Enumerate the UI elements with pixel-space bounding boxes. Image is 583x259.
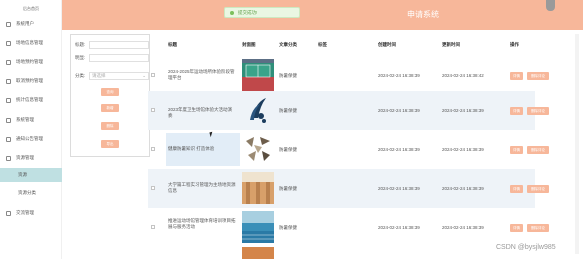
- chevron-down-icon: ⌄: [142, 73, 146, 78]
- sidebar-subitem-resource-category[interactable]: 资源分类: [0, 186, 62, 200]
- category-select[interactable]: 请选择 ⌄: [89, 72, 149, 80]
- delete-comment-button[interactable]: 删除评论: [527, 107, 549, 115]
- success-toast: 提交成功!: [224, 7, 300, 18]
- add-button[interactable]: 新增: [101, 104, 119, 112]
- row-category: 防暑保健: [279, 147, 297, 152]
- gear-icon: [6, 117, 11, 123]
- cover-image-partial: [242, 247, 274, 259]
- title-filter: 标题:: [75, 41, 149, 49]
- sidebar-item-resources[interactable]: 资源管理: [0, 151, 62, 165]
- detail-button[interactable]: 详情: [510, 107, 523, 115]
- cover-image: [242, 133, 274, 165]
- row-updated: 2024-02-24 16:38:39: [442, 147, 484, 152]
- col-updated[interactable]: 更新时间: [442, 42, 460, 48]
- delete-button[interactable]: 删除: [101, 122, 119, 130]
- row-title: 大学篇工程实习管理为主场地资源信息: [168, 182, 236, 193]
- sidebar-home-link[interactable]: 后台首页: [0, 6, 62, 12]
- title-input[interactable]: [89, 41, 149, 49]
- delete-comment-button[interactable]: 删除评论: [527, 185, 549, 193]
- table-row: 健康防暑知识 打造体验 防暑保健 2024-02-24 16:38:39 202…: [148, 130, 549, 169]
- table-row: 2024-2025年运动场所体验阶段管理平台 防暑保健 2024-02-24 1…: [148, 56, 549, 95]
- sidebar-item-system-users[interactable]: 系统用户: [0, 17, 62, 31]
- sidebar-item-notice[interactable]: 通知公告管理: [0, 132, 62, 146]
- row-title: 推进运动场馆管理体育培训项目拓展与服务活动: [168, 218, 236, 229]
- detail-button[interactable]: 详情: [510, 224, 523, 232]
- table-row: 2023年度卫生场馆体验大活动演奏 防暑保健 2024-02-24 16:38:…: [148, 91, 549, 130]
- table-row: 大学篇工程实习管理为主场地资源信息 防暑保健 2024-02-24 16:38:…: [148, 169, 549, 208]
- cover-image: [242, 59, 274, 91]
- row-title: 2023年度卫生场馆体验大活动演奏: [168, 107, 233, 118]
- sidebar-item-communication[interactable]: 交流管理: [0, 206, 62, 220]
- check-circle-icon: [230, 10, 234, 15]
- row-updated: 2024-02-24 16:38:39: [442, 186, 484, 191]
- cover-image: [242, 94, 274, 126]
- detail-button[interactable]: 详情: [510, 185, 523, 193]
- sidebar-item-cancel-booking[interactable]: 取消预约管理: [0, 74, 62, 88]
- col-title[interactable]: 标题: [168, 42, 177, 48]
- row-created: 2024-02-24 16:38:39: [378, 225, 420, 230]
- content-filter: 明显:: [75, 54, 149, 62]
- row-checkbox[interactable]: [151, 147, 155, 151]
- row-category: 防暑保健: [279, 186, 297, 191]
- row-category: 防暑保健: [279, 73, 297, 78]
- watermark: CSDN @bysjlw985: [496, 244, 556, 251]
- row-title: 2024-2025年运动场所体验阶段管理平台: [168, 69, 235, 80]
- category-filter: 分类: 请选择 ⌄: [75, 72, 149, 80]
- sidebar-item-venue-booking[interactable]: 场地预约管理: [0, 55, 62, 69]
- grid-icon: [6, 78, 11, 84]
- row-created: 2024-02-24 16:38:39: [378, 147, 420, 152]
- row-title: 健康防暑知识 打造体验: [168, 146, 215, 151]
- table-header: 标题 封面图 文章分类 标签 创建时间 更新时间 操作: [148, 34, 535, 56]
- sidebar-item-venue-info[interactable]: 场地信息管理: [0, 36, 62, 50]
- row-checkbox[interactable]: [151, 186, 155, 190]
- row-updated: 2024-02-24 16:38:39: [442, 225, 484, 230]
- row-created: 2024-02-24 16:38:39: [378, 108, 420, 113]
- row-checkbox[interactable]: [151, 108, 155, 112]
- row-category: 防暑保健: [279, 225, 297, 230]
- page-title: 申请系统: [407, 10, 439, 19]
- sidebar-item-statistics[interactable]: 统计信息管理: [0, 93, 62, 107]
- row-created: 2024-02-24 16:38:39: [378, 73, 420, 78]
- delete-comment-button[interactable]: 删除评论: [527, 224, 549, 232]
- grid-icon: [6, 97, 11, 103]
- sidebar-subitem-resource[interactable]: 资源: [0, 168, 62, 182]
- content-input[interactable]: [89, 54, 149, 62]
- delete-comment-button[interactable]: 删除评论: [527, 146, 549, 154]
- cover-image: [242, 172, 274, 204]
- col-cover: 封面图: [242, 42, 256, 47]
- row-created: 2024-02-24 16:38:39: [378, 186, 420, 191]
- folder-icon: [6, 155, 11, 161]
- top-header: 申请系统: [62, 0, 583, 30]
- chat-icon: [6, 210, 11, 216]
- table-row: 推进运动场馆管理体育培训项目拓展与服务活动 防暑保健 2024-02-24 16…: [148, 208, 549, 247]
- sidebar: 后台首页 系统用户 场地信息管理 场地预约管理 取消预约管理 统计信息管理 系统…: [0, 0, 62, 259]
- grid-icon: [6, 40, 11, 46]
- export-button[interactable]: 导出: [101, 140, 119, 148]
- row-checkbox[interactable]: [151, 225, 155, 229]
- row-category: 防暑保健: [279, 108, 297, 113]
- detail-button[interactable]: 详情: [510, 72, 523, 80]
- row-checkbox[interactable]: [151, 73, 155, 77]
- delete-comment-button[interactable]: 删除评论: [527, 72, 549, 80]
- col-category[interactable]: 文章分类: [279, 42, 297, 48]
- cover-image: [242, 211, 274, 243]
- vertical-scrollbar[interactable]: [575, 34, 579, 254]
- row-updated: 2024-02-24 16:38:42: [442, 73, 484, 78]
- col-created[interactable]: 创建时间: [378, 42, 396, 48]
- col-tag: 标签: [318, 42, 327, 47]
- row-updated: 2024-02-24 16:38:39: [442, 108, 484, 113]
- user-icon: [6, 21, 11, 27]
- avatar[interactable]: [546, 0, 555, 11]
- grid-icon: [6, 136, 11, 142]
- detail-button[interactable]: 详情: [510, 146, 523, 154]
- search-button[interactable]: 查询: [101, 88, 119, 96]
- col-actions: 操作: [510, 42, 519, 47]
- grid-icon: [6, 59, 11, 65]
- sidebar-item-system-management[interactable]: 系统管理: [0, 113, 62, 127]
